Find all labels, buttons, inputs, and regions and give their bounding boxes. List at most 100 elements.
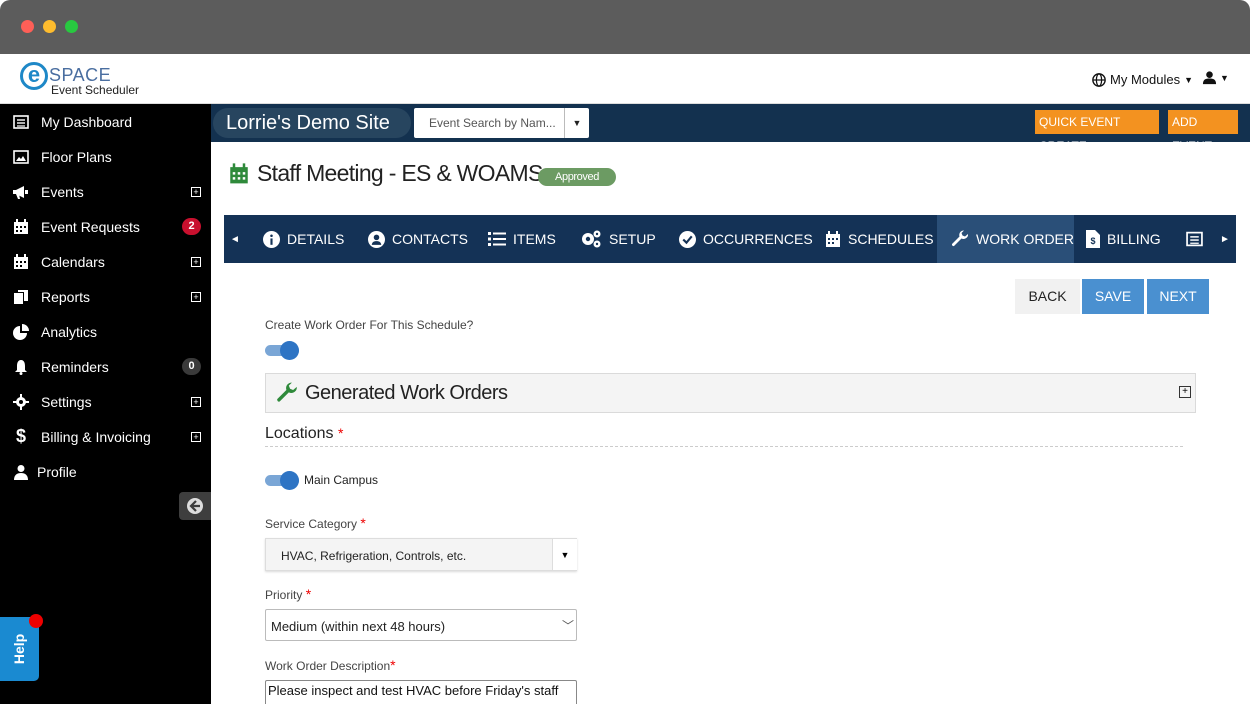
sidebar-item-reminders[interactable]: Reminders 0 bbox=[0, 349, 211, 384]
minimize-window-button[interactable] bbox=[43, 20, 56, 33]
quick-event-create-button[interactable]: QUICK EVENT CREATE bbox=[1035, 110, 1159, 153]
expand-icon[interactable]: + bbox=[1179, 386, 1191, 398]
my-modules-label: My Modules bbox=[1110, 72, 1181, 87]
tab-label: DETAILS bbox=[287, 231, 345, 247]
sidebar-item-billing-invoicing[interactable]: $ Billing & Invoicing + bbox=[0, 419, 211, 454]
sidebar-item-label: My Dashboard bbox=[41, 113, 133, 130]
user-menu[interactable]: ▼ bbox=[1202, 70, 1229, 85]
tab-label: OCCURRENCES bbox=[703, 231, 813, 247]
sidebar-item-my-dashboard[interactable]: My Dashboard bbox=[0, 104, 211, 139]
help-label: Help bbox=[11, 633, 27, 665]
tab-work-order[interactable]: WORK ORDER bbox=[937, 215, 1074, 263]
wrench-icon bbox=[277, 382, 297, 402]
sidebar-item-events[interactable]: Events + bbox=[0, 174, 211, 209]
reminders-count-badge: 0 bbox=[182, 358, 201, 375]
sidebar-item-floor-plans[interactable]: Floor Plans bbox=[0, 139, 211, 174]
sidebar-item-label: Billing & Invoicing bbox=[41, 428, 151, 445]
priority-value: Medium (within next 48 hours) bbox=[271, 619, 446, 634]
calendar-icon bbox=[826, 230, 840, 247]
create-work-order-label: Create Work Order For This Schedule? bbox=[265, 318, 474, 332]
expand-icon[interactable]: + bbox=[191, 256, 201, 267]
caret-down-icon[interactable]: ▼ bbox=[552, 539, 577, 570]
app-header: e SPACE Event Scheduler bbox=[0, 54, 1250, 104]
sidebar-item-label: Settings bbox=[41, 393, 92, 410]
tab-contacts[interactable]: CONTACTS bbox=[368, 215, 468, 263]
wrench-icon bbox=[951, 230, 969, 247]
required-indicator: * bbox=[337, 425, 344, 441]
check-circle-icon bbox=[679, 230, 696, 248]
sidebar-item-event-requests[interactable]: Event Requests 2 bbox=[0, 209, 211, 244]
gears-icon bbox=[582, 230, 601, 248]
expand-icon[interactable]: + bbox=[191, 396, 201, 407]
tab-items[interactable]: ITEMS bbox=[488, 215, 556, 263]
sidebar-item-label: Profile bbox=[37, 463, 77, 480]
tab-details[interactable]: DETAILS bbox=[263, 215, 344, 263]
tab-schedules[interactable]: SCHEDULES bbox=[825, 215, 934, 263]
tabs-scroll-left-button[interactable]: ◄ bbox=[224, 215, 246, 263]
expand-icon[interactable]: + bbox=[191, 291, 201, 302]
chevron-down-icon: ﹀ bbox=[562, 619, 575, 633]
collapse-sidebar-button[interactable] bbox=[179, 492, 211, 520]
locations-label: Locations bbox=[265, 425, 334, 442]
user-icon bbox=[1202, 71, 1217, 85]
create-work-order-toggle[interactable] bbox=[265, 341, 299, 360]
sidebar-item-analytics[interactable]: Analytics bbox=[0, 314, 211, 349]
expand-icon[interactable]: + bbox=[191, 186, 201, 197]
work-order-description-textarea[interactable]: Please inspect and test HVAC before Frid… bbox=[265, 680, 577, 704]
next-button[interactable]: NEXT bbox=[1147, 279, 1209, 314]
back-button[interactable]: BACK bbox=[1015, 279, 1080, 314]
caret-down-icon[interactable]: ▼ bbox=[564, 108, 589, 138]
tab-occurrences[interactable]: OCCURRENCES bbox=[679, 215, 813, 263]
maximize-window-button[interactable] bbox=[65, 20, 78, 33]
service-category-label: Service Category * bbox=[265, 515, 366, 531]
globe-icon bbox=[1092, 72, 1106, 87]
my-modules-menu[interactable]: My Modules ▼ bbox=[1092, 72, 1193, 87]
tab-more[interactable] bbox=[1186, 215, 1203, 263]
service-category-select[interactable]: HVAC, Refrigeration, Controls, etc. ▼ bbox=[265, 538, 577, 571]
sidebar-item-label: Events bbox=[41, 183, 84, 200]
event-search-combobox[interactable]: Event Search by Nam... ▼ bbox=[414, 108, 589, 138]
sidebar-item-profile[interactable]: Profile bbox=[0, 454, 211, 489]
caret-down-icon: ▼ bbox=[1184, 74, 1193, 85]
tabs-scroll-right-button[interactable]: ► bbox=[1214, 215, 1236, 263]
priority-select[interactable]: Medium (within next 48 hours) ﹀ bbox=[265, 609, 577, 641]
page-title: Staff Meeting - ES & WOAMS bbox=[229, 160, 543, 187]
required-indicator: * bbox=[360, 515, 366, 531]
generated-work-orders-panel[interactable]: Generated Work Orders + bbox=[265, 373, 1196, 413]
calendar-icon bbox=[230, 162, 248, 183]
sidebar-item-label: Event Requests bbox=[41, 218, 140, 235]
sidebar-item-label: Reminders bbox=[41, 358, 109, 375]
user-icon bbox=[12, 463, 30, 481]
add-event-button[interactable]: ADD EVENT bbox=[1168, 110, 1238, 153]
event-search-input[interactable]: Event Search by Nam... bbox=[429, 116, 556, 130]
tab-setup[interactable]: SETUP bbox=[580, 215, 656, 263]
tab-label: BILLING bbox=[1107, 231, 1161, 247]
logo-e-mark: e bbox=[20, 62, 48, 90]
main-campus-toggle[interactable] bbox=[265, 471, 299, 490]
copy-icon bbox=[12, 288, 30, 306]
calendar-icon bbox=[12, 218, 30, 236]
list-box-icon bbox=[1186, 231, 1203, 247]
gear-icon bbox=[12, 393, 30, 411]
caret-down-icon: ▼ bbox=[1220, 72, 1229, 83]
expand-icon[interactable]: + bbox=[191, 431, 201, 442]
toggle-knob bbox=[280, 341, 299, 360]
tab-label: ITEMS bbox=[513, 231, 556, 247]
tab-billing[interactable]: $ BILLING bbox=[1086, 215, 1161, 263]
save-button[interactable]: SAVE bbox=[1082, 279, 1144, 314]
site-name[interactable]: Lorrie's Demo Site bbox=[213, 108, 411, 138]
info-icon bbox=[263, 230, 280, 248]
image-icon bbox=[12, 148, 30, 166]
arrow-left-circle-icon bbox=[187, 498, 203, 514]
espace-logo[interactable]: e SPACE Event Scheduler bbox=[18, 62, 148, 98]
sidebar-item-settings[interactable]: Settings + bbox=[0, 384, 211, 419]
user-circle-icon bbox=[368, 230, 385, 248]
top-bar: Lorrie's Demo Site Event Search by Nam..… bbox=[211, 104, 1250, 153]
tab-label: SETUP bbox=[609, 231, 656, 247]
locations-heading: Locations * bbox=[265, 425, 343, 443]
sidebar-item-reports[interactable]: Reports + bbox=[0, 279, 211, 314]
close-window-button[interactable] bbox=[21, 20, 34, 33]
invoice-icon: $ bbox=[1086, 230, 1100, 248]
sidebar-item-calendars[interactable]: Calendars + bbox=[0, 244, 211, 279]
priority-label-text: Priority bbox=[265, 588, 303, 602]
